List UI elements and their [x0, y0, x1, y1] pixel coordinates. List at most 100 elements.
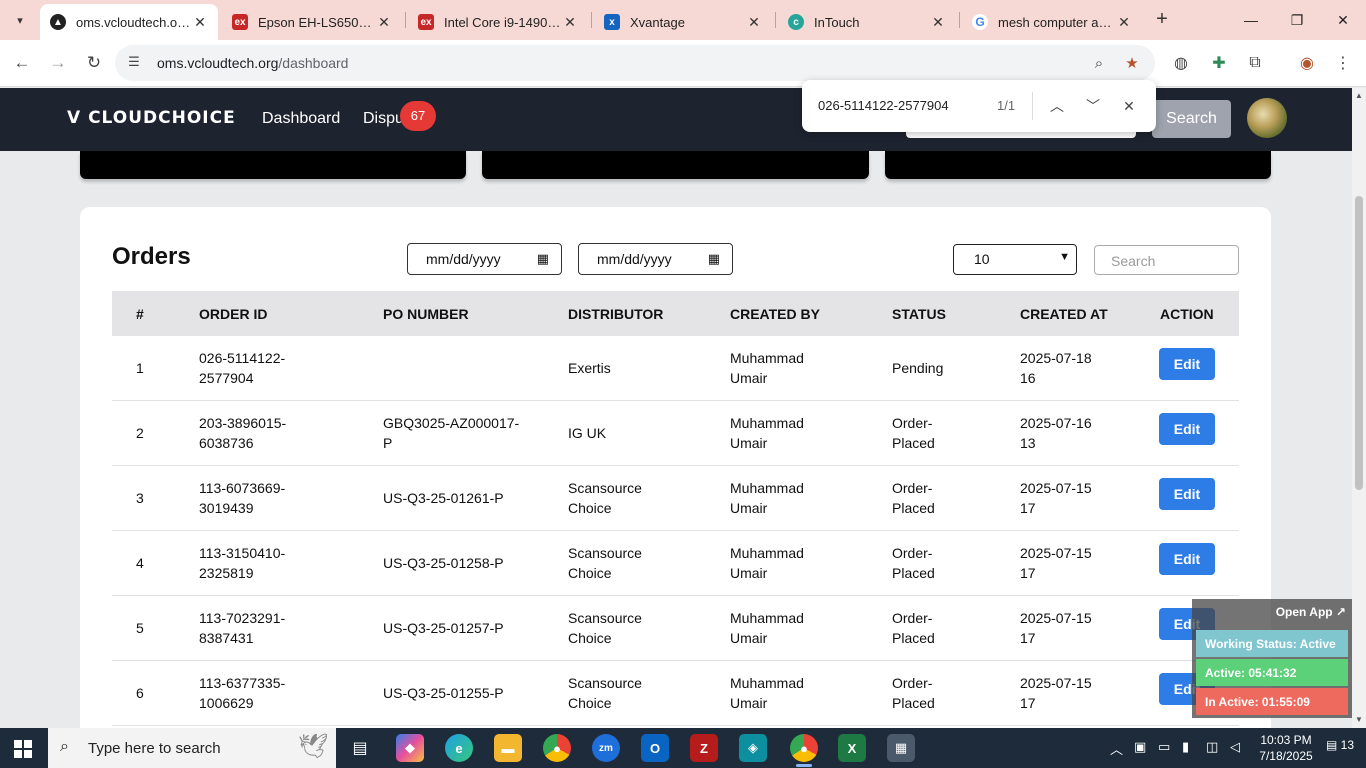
filezilla-icon[interactable]: Z — [690, 734, 718, 762]
close-find-icon[interactable]: ✕ — [1117, 94, 1141, 118]
created-at-text: 2025-07-15 — [1020, 675, 1092, 691]
find-query[interactable]: 026-5114122-2577904 — [818, 98, 949, 113]
camera-icon[interactable]: ▣ — [1134, 739, 1146, 755]
column-header[interactable]: # — [136, 306, 144, 322]
notifications-icon[interactable]: ▤ 13 — [1326, 738, 1354, 752]
tab-intel[interactable]: ex Intel Core i9-14900KS ✕ — [408, 4, 588, 40]
zoom-icon[interactable]: zm — [592, 734, 620, 762]
task-view-icon[interactable]: ▤ — [346, 734, 374, 762]
close-icon[interactable]: ✕ — [376, 14, 392, 31]
chrome-active-icon[interactable]: ● — [790, 734, 818, 767]
table-header: # ORDER ID PO NUMBER DISTRIBUTOR CREATED… — [112, 291, 1239, 336]
close-icon[interactable]: ✕ — [746, 14, 762, 31]
column-header[interactable]: CREATED BY — [730, 306, 820, 322]
copilot-icon[interactable]: ◆ — [396, 734, 424, 762]
extension-plus-icon[interactable]: ✚ — [1208, 52, 1230, 74]
column-header[interactable]: ACTION — [1160, 306, 1214, 322]
scrollbar-thumb[interactable] — [1355, 196, 1363, 490]
address-bar[interactable]: ☰ oms.vcloudtech.org/dashboard ⌕ ★ — [115, 45, 1155, 81]
close-icon[interactable]: ✕ — [192, 14, 208, 31]
order-id-text: 2325819 — [199, 565, 254, 581]
scroll-up-icon[interactable]: ▲ — [1355, 91, 1363, 100]
user-avatar[interactable] — [1247, 98, 1287, 138]
network-icon[interactable]: ◫ — [1206, 739, 1218, 755]
status-cell: Pending — [892, 358, 943, 378]
volume-icon[interactable]: ◁ — [1230, 739, 1240, 755]
close-icon[interactable]: ✕ — [930, 14, 946, 31]
restore-icon[interactable]: ❐ — [1274, 0, 1320, 40]
window-close-icon[interactable]: ✕ — [1320, 0, 1366, 40]
date-from-input[interactable]: mm/dd/yyyy ▦ — [407, 243, 562, 275]
tab-epson[interactable]: ex Epson EH-LS650B, 36 ✕ — [222, 4, 402, 40]
header-search-button[interactable]: Search — [1152, 100, 1231, 138]
edit-button[interactable]: Edit — [1159, 543, 1215, 575]
translate-icon[interactable]: ◍ — [1170, 52, 1192, 74]
edit-button[interactable]: Edit — [1159, 478, 1215, 510]
calendar-icon[interactable]: ▦ — [537, 251, 549, 267]
back-icon[interactable]: ← — [8, 49, 36, 77]
calendar-icon[interactable]: ▦ — [708, 251, 720, 267]
tab-title: Intel Core i9-14900KS — [444, 14, 562, 30]
tab-google[interactable]: G mesh computer and l ✕ — [962, 4, 1142, 40]
date-to-input[interactable]: mm/dd/yyyy ▦ — [578, 243, 733, 275]
tab-xvantage[interactable]: x Xvantage ✕ — [594, 4, 772, 40]
order-id-text: 026-5114122- — [199, 350, 286, 366]
site-info-icon[interactable]: ☰ — [125, 54, 143, 72]
excel-icon[interactable]: X — [838, 734, 866, 762]
tab-oms[interactable]: ▲ oms.vcloudtech.org/d ✕ — [40, 4, 218, 40]
edit-button[interactable]: Edit — [1159, 413, 1215, 445]
nav-dashboard[interactable]: Dashboard — [262, 110, 340, 128]
extensions-icon[interactable]: ⧉ — [1244, 52, 1266, 74]
chevron-up-icon[interactable]: ︿ — [1110, 739, 1123, 758]
po-number-text: US-Q3-25-01261-P — [383, 490, 504, 506]
column-header[interactable]: CREATED AT — [1020, 306, 1108, 322]
created-at-text: 2025-07-15 — [1020, 545, 1092, 561]
taskbar-search-box[interactable]: ⌕ Type here to search 🕊 — [48, 728, 336, 768]
stat-card — [482, 151, 869, 179]
profile-icon[interactable]: ◉ — [1296, 52, 1318, 74]
column-header[interactable]: DISTRIBUTOR — [568, 306, 663, 322]
nav-disputes[interactable]: Dispu — [363, 110, 404, 128]
order-id-text: 113-7023291- — [199, 610, 286, 626]
column-header[interactable]: ORDER ID — [199, 306, 267, 322]
tab-intouch[interactable]: c InTouch ✕ — [778, 4, 956, 40]
logo-text: CLOUDCHOICE — [88, 108, 236, 128]
cloudchoice-logo[interactable]: V CLOUDCHOICE — [67, 108, 236, 128]
status-cell: Order- Placed — [892, 413, 935, 453]
outlook-icon[interactable]: O — [641, 734, 669, 762]
close-icon[interactable]: ✕ — [1116, 14, 1132, 31]
tab-search-icon[interactable]: ▾ — [8, 8, 32, 32]
column-header[interactable]: PO NUMBER — [383, 306, 469, 322]
distributor-text: Scansource — [568, 610, 642, 626]
new-tab-button[interactable]: + — [1150, 8, 1174, 32]
calculator-icon[interactable]: ▦ — [887, 734, 915, 762]
battery-icon[interactable]: ▮ — [1182, 739, 1189, 755]
page-scrollbar[interactable]: ▲ ▼ — [1352, 88, 1366, 728]
column-header[interactable]: STATUS — [892, 306, 946, 322]
chevron-up-icon[interactable]: ︿ — [1045, 94, 1069, 118]
table-search-input[interactable]: Search — [1094, 245, 1239, 275]
created-at-cell: 2025-07-15 17 — [1020, 543, 1092, 583]
app-icon[interactable]: ◈ — [739, 734, 767, 762]
page-size-select[interactable]: 10 ▼ — [953, 244, 1077, 275]
chevron-down-icon[interactable]: ﹀ — [1081, 94, 1105, 118]
menu-icon[interactable]: ⋮ — [1332, 52, 1354, 74]
forward-icon[interactable]: → — [44, 49, 72, 77]
minimize-icon[interactable]: — — [1228, 0, 1274, 40]
scroll-down-icon[interactable]: ▼ — [1355, 715, 1363, 724]
close-icon[interactable]: ✕ — [562, 14, 578, 31]
created-at-text: 2025-07-15 — [1020, 480, 1092, 496]
edit-button[interactable]: Edit — [1159, 348, 1215, 380]
windows-start-icon[interactable] — [14, 740, 32, 758]
bookmark-star-icon[interactable]: ★ — [1122, 53, 1142, 73]
taskbar-clock[interactable]: 10:03 PM 7/18/2025 — [1256, 732, 1316, 764]
row-number-cell: 6 — [136, 683, 144, 703]
page-search-icon[interactable]: ⌕ — [1089, 53, 1109, 73]
file-explorer-icon[interactable]: ▬ — [494, 734, 522, 762]
reload-icon[interactable]: ↻ — [80, 49, 108, 77]
status-cell: Order- Placed — [892, 608, 935, 648]
edge-icon[interactable]: e — [445, 734, 473, 762]
open-app-link[interactable]: Open App ↗ — [1276, 605, 1346, 619]
display-icon[interactable]: ▭ — [1158, 739, 1170, 755]
chrome-icon[interactable]: ● — [543, 734, 571, 762]
